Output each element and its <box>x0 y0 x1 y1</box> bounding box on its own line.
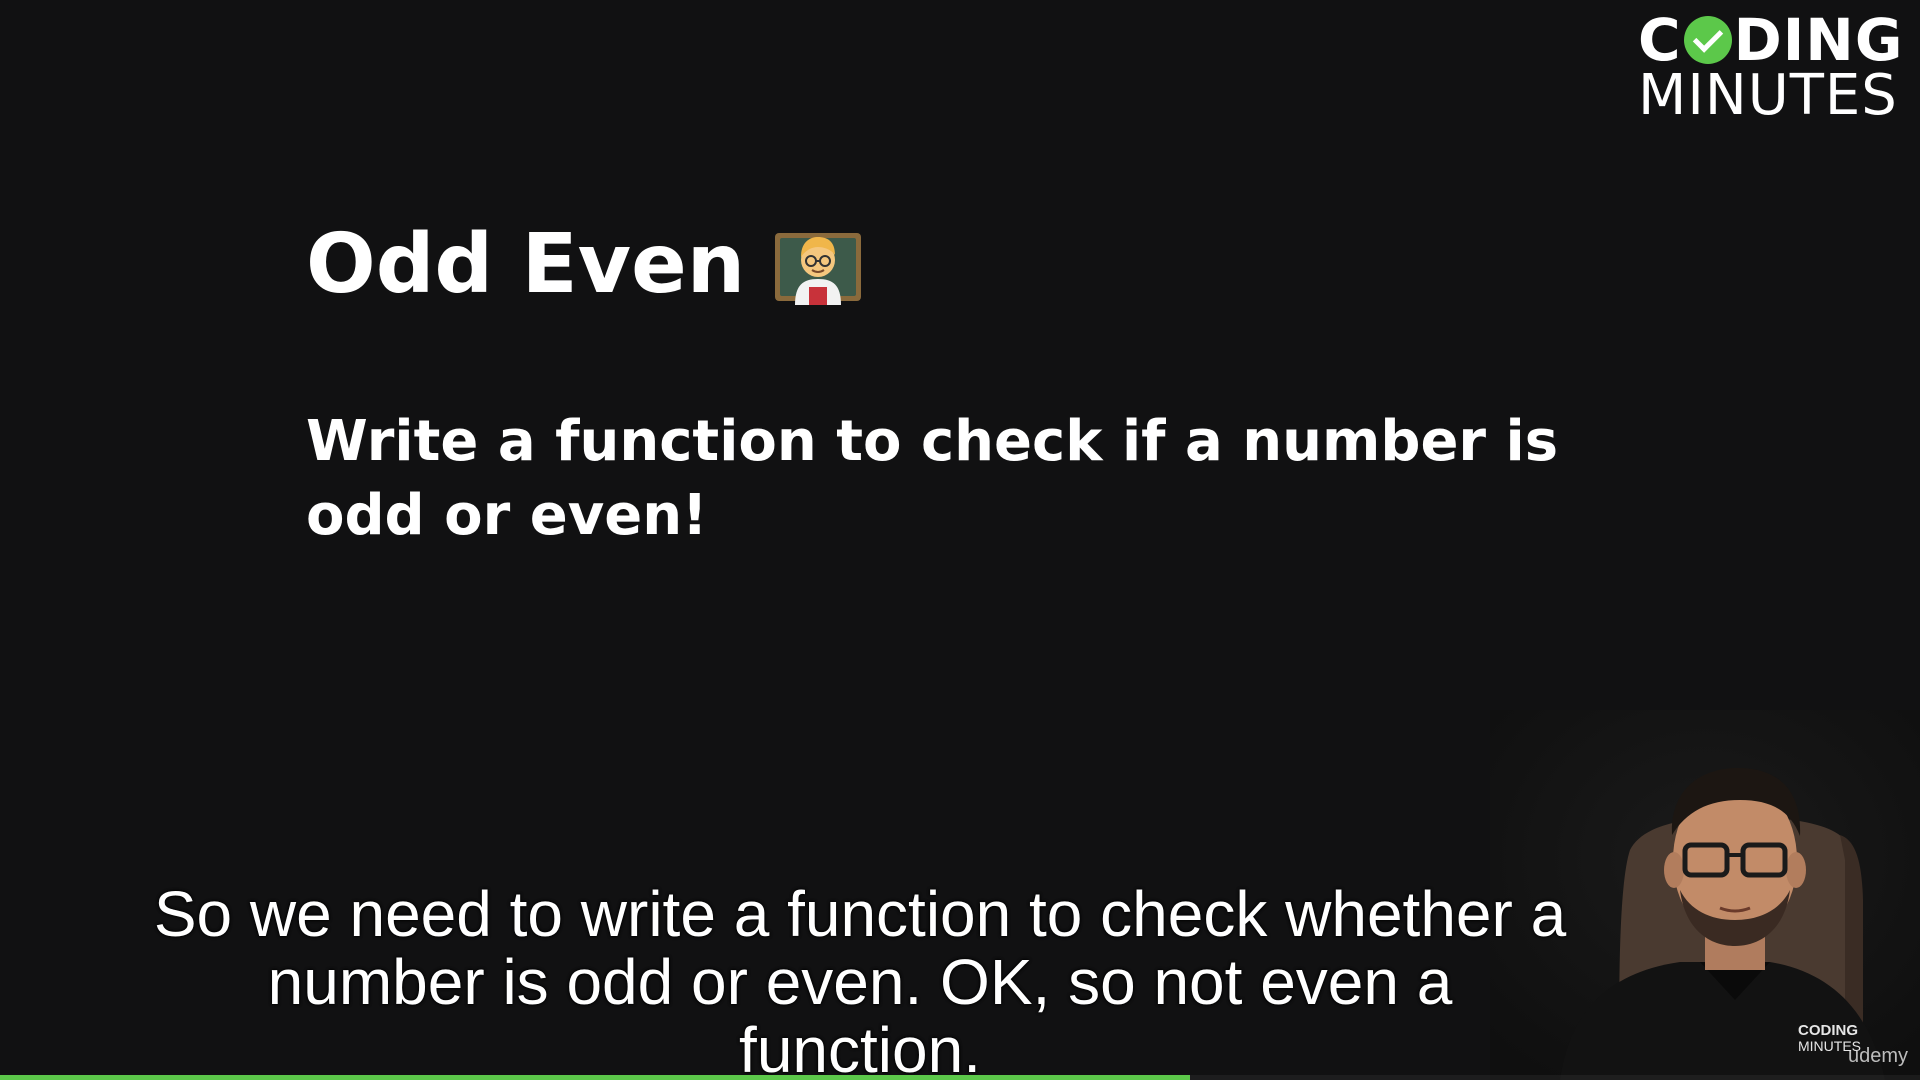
caption-line-2: number is odd or even. OK, so not even a… <box>267 946 1453 1080</box>
caption-subtitle: So we need to write a function to check … <box>140 880 1580 1080</box>
logo-line-1: C DING <box>1638 10 1908 70</box>
coding-minutes-logo: C DING MINUTES <box>1638 10 1908 124</box>
slide-body-text: Write a function to check if a number is… <box>306 409 1559 548</box>
video-frame[interactable]: C DING MINUTES Odd Even Write a function… <box>0 0 1920 1080</box>
slide-title-text: Odd Even <box>306 217 746 312</box>
caption-line-1: So we need to write a function to check … <box>153 878 1567 950</box>
teacher-emoji-icon <box>773 225 863 305</box>
udemy-watermark: udemy <box>1847 1045 1908 1067</box>
slide-title: Odd Even <box>306 215 863 315</box>
checkmark-icon <box>1683 16 1732 64</box>
video-progress-fill <box>0 1075 1191 1080</box>
svg-text:CODING: CODING <box>1798 1022 1858 1039</box>
logo-letter-c: C <box>1638 6 1682 74</box>
logo-text-ding: DING <box>1733 6 1904 74</box>
video-progress-bar[interactable] <box>0 1075 1920 1080</box>
logo-line-2: MINUTES <box>1638 63 1898 128</box>
